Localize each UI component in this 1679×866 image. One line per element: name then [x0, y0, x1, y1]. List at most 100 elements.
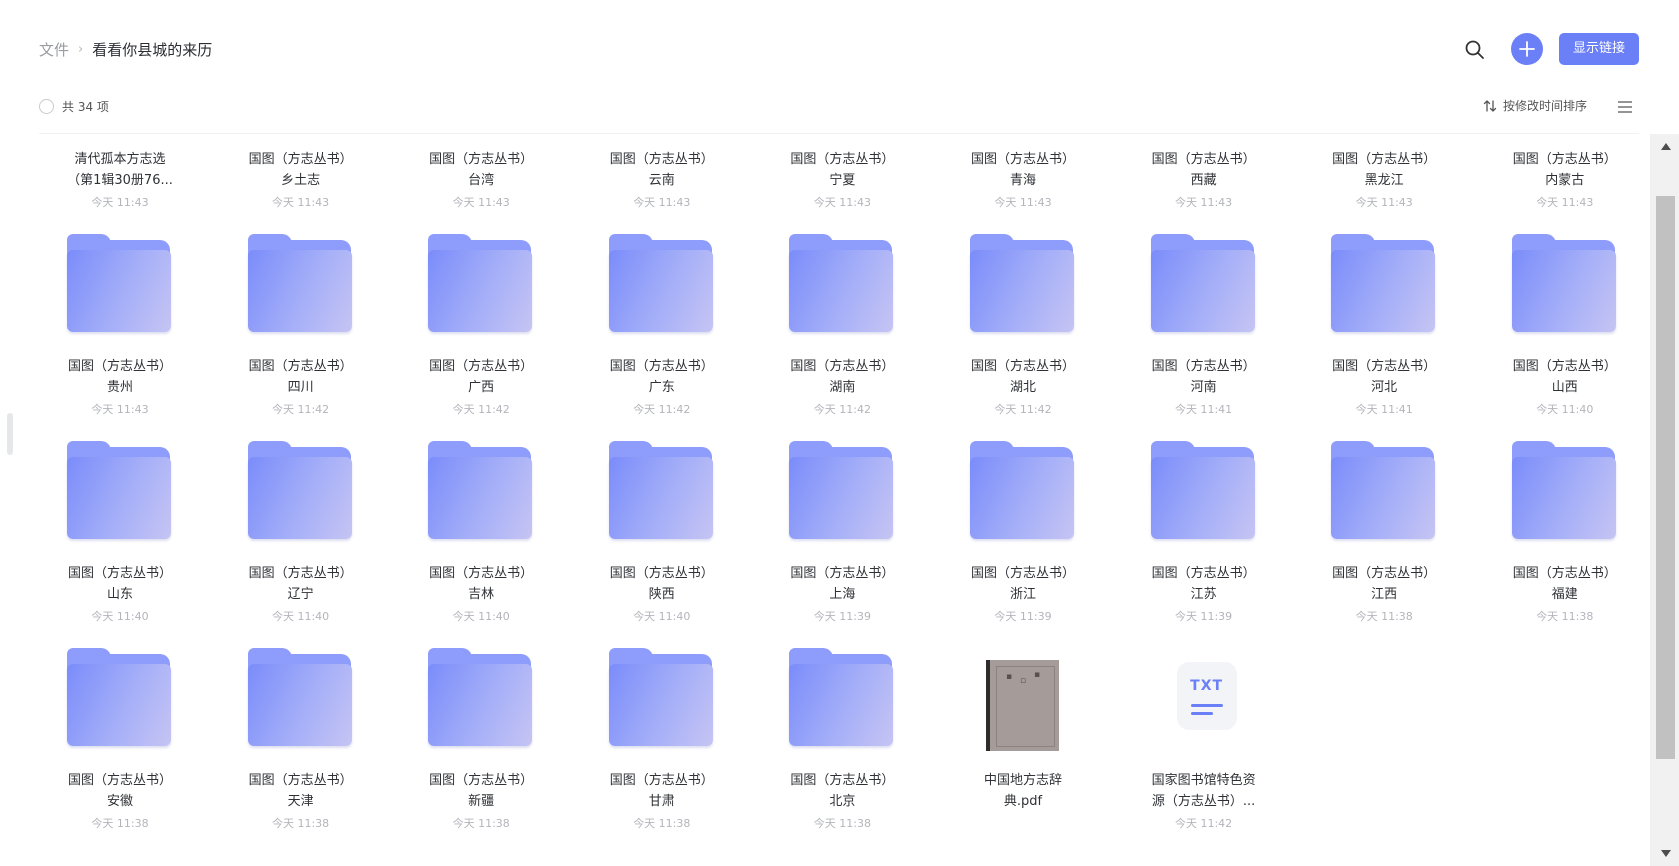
item-name: 国图（方志丛书） 福建: [1484, 563, 1646, 605]
folder-item[interactable]: 国图（方志丛书） 湖北 今天 11:42: [942, 234, 1092, 447]
item-name-line: 中国地方志辞: [983, 773, 1062, 788]
folder-item[interactable]: 国图（方志丛书） 云南 今天 11:43: [581, 134, 731, 240]
item-modified-time: 今天 11:38: [452, 817, 510, 830]
scroll-down-arrow[interactable]: [1661, 850, 1671, 857]
folder-item[interactable]: 国图（方志丛书） 内蒙古 今天 11:43: [1484, 134, 1634, 240]
folder-icon: [789, 441, 894, 539]
folder-item[interactable]: 国图（方志丛书） 浙江 今天 11:39: [942, 441, 1092, 654]
item-name-line: 台湾: [468, 173, 495, 188]
item-name-line: （第1辑30册76...: [67, 173, 173, 188]
folder-icon: [67, 441, 172, 539]
item-name: 国图（方志丛书） 天津: [220, 770, 382, 812]
folder-item[interactable]: 国图（方志丛书） 辽宁 今天 11:40: [220, 441, 370, 654]
page-header: 文件 › 看看你县城的来历 显示链接 共 34 项 按修改时间排序: [0, 0, 1679, 134]
folder-item[interactable]: 清代孤本方志选 （第1辑30册76... 今天 11:43: [39, 134, 189, 240]
folder-item[interactable]: 国图（方志丛书） 上海 今天 11:39: [761, 441, 911, 654]
folder-item[interactable]: 国图（方志丛书） 江西 今天 11:38: [1303, 441, 1453, 654]
item-name: 国图（方志丛书） 上海: [761, 563, 923, 605]
folder-item[interactable]: 国图（方志丛书） 贵州 今天 11:43: [39, 234, 189, 447]
item-name: 国图（方志丛书） 云南: [581, 149, 743, 191]
item-name: 国图（方志丛书） 江苏: [1123, 563, 1285, 605]
item-name-line: 国图（方志丛书）: [790, 152, 895, 167]
folder-item[interactable]: 国图（方志丛书） 乡土志 今天 11:43: [220, 134, 370, 240]
folder-item[interactable]: 国图（方志丛书） 福建 今天 11:38: [1484, 441, 1634, 654]
view-menu-button[interactable]: [1617, 99, 1633, 113]
item-name-line: 国图（方志丛书）: [1332, 566, 1437, 581]
folder-item[interactable]: 国图（方志丛书） 天津 今天 11:38: [220, 648, 370, 861]
folder-icon: [428, 234, 533, 332]
folder-item[interactable]: 国图（方志丛书） 河南 今天 11:41: [1123, 234, 1273, 447]
folder-item[interactable]: 国图（方志丛书） 安徽 今天 11:38: [39, 648, 189, 861]
folder-item[interactable]: 国图（方志丛书） 河北 今天 11:41: [1303, 234, 1453, 447]
folder-item[interactable]: 国图（方志丛书） 广西 今天 11:42: [400, 234, 550, 447]
item-name-line: 国图（方志丛书）: [67, 359, 172, 374]
folder-icon: [608, 234, 714, 332]
item-name-line: 河南: [1190, 380, 1217, 395]
folder-item[interactable]: 国图（方志丛书） 江苏 今天 11:39: [1123, 441, 1273, 654]
item-name: 国图（方志丛书） 广西: [400, 356, 562, 398]
folder-item[interactable]: 国图（方志丛书） 甘肃 今天 11:38: [581, 648, 731, 861]
item-modified-time: 今天 11:42: [1174, 817, 1233, 830]
item-modified-time: 今天 11:38: [633, 817, 691, 830]
item-modified-time: 今天 11:38: [1355, 610, 1413, 623]
folder-icon: [1511, 441, 1617, 539]
file-item[interactable]: TXT 国家图书馆特色资 源（方志丛书）... 今天 11:42: [1123, 654, 1273, 861]
item-modified-time: 今天 11:38: [813, 817, 871, 830]
folder-item[interactable]: 国图（方志丛书） 青海 今天 11:43: [942, 134, 1092, 240]
folder-icon: [789, 648, 894, 746]
item-name-line: 清代孤本方志选: [74, 152, 166, 167]
folder-item[interactable]: 国图（方志丛书） 新疆 今天 11:38: [400, 648, 550, 861]
scrollbar-thumb[interactable]: [1656, 196, 1675, 759]
item-name: 国图（方志丛书） 广东: [581, 356, 743, 398]
item-name: 国图（方志丛书） 山西: [1484, 356, 1646, 398]
folder-icon: [1150, 441, 1256, 539]
item-name-line: 上海: [829, 587, 856, 602]
item-modified-time: 今天 11:40: [1536, 403, 1594, 416]
folder-icon: [1511, 234, 1617, 332]
item-name-line: 国图（方志丛书）: [1332, 152, 1437, 167]
item-name-line: 国图（方志丛书）: [609, 773, 714, 788]
item-name: 国图（方志丛书） 北京: [761, 770, 923, 812]
folder-item[interactable]: 国图（方志丛书） 黑龙江 今天 11:43: [1303, 134, 1453, 240]
show-link-button[interactable]: 显示链接: [1559, 33, 1639, 65]
item-name-line: 山东: [106, 587, 133, 602]
item-name-line: 内蒙古: [1545, 173, 1585, 188]
item-name-line: 国图（方志丛书）: [67, 566, 172, 581]
item-name-line: 国图（方志丛书）: [1512, 566, 1617, 581]
item-name-line: 吉林: [468, 587, 495, 602]
folder-item[interactable]: 国图（方志丛书） 四川 今天 11:42: [220, 234, 370, 447]
item-name-line: 典.pdf: [1003, 794, 1043, 809]
folder-item[interactable]: 国图（方志丛书） 山西 今天 11:40: [1484, 234, 1634, 447]
item-modified-time: 今天 11:41: [1355, 403, 1413, 416]
folder-icon: [608, 648, 714, 746]
breadcrumb-root-link[interactable]: 文件: [39, 39, 69, 60]
item-name-line: 陕西: [648, 587, 675, 602]
folder-item[interactable]: 国图（方志丛书） 湖南 今天 11:42: [761, 234, 911, 447]
item-name-line: 国图（方志丛书）: [248, 359, 353, 374]
item-modified-time: 今天 11:39: [994, 610, 1052, 623]
item-modified-time: 今天 11:40: [452, 610, 510, 623]
file-item[interactable]: ▪ ▫ ▪ 中国地方志辞 典.pdf: [942, 654, 1092, 861]
select-all-checkbox[interactable]: [39, 99, 54, 114]
item-name-line: 源（方志丛书）...: [1151, 794, 1256, 809]
scroll-up-arrow[interactable]: [1661, 143, 1671, 150]
pdf-thumbnail-icon: ▪ ▫ ▪: [986, 660, 1059, 751]
folder-item[interactable]: 国图（方志丛书） 西藏 今天 11:43: [1123, 134, 1273, 240]
folder-item[interactable]: 国图（方志丛书） 吉林 今天 11:40: [400, 441, 550, 654]
item-name-line: 国图（方志丛书）: [1512, 359, 1617, 374]
breadcrumb-separator: ›: [78, 42, 84, 57]
folder-item[interactable]: 国图（方志丛书） 宁夏 今天 11:43: [761, 134, 911, 240]
search-button[interactable]: [1463, 38, 1487, 62]
folder-item[interactable]: 国图（方志丛书） 山东 今天 11:40: [39, 441, 189, 654]
folder-item[interactable]: 国图（方志丛书） 台湾 今天 11:43: [400, 134, 550, 240]
breadcrumb: 文件 › 看看你县城的来历: [39, 39, 212, 60]
folder-item[interactable]: 国图（方志丛书） 北京 今天 11:38: [761, 648, 911, 861]
item-name: 国图（方志丛书） 山东: [39, 563, 201, 605]
folder-item[interactable]: 国图（方志丛书） 陕西 今天 11:40: [581, 441, 731, 654]
item-name-line: 湖南: [829, 380, 856, 395]
folder-item[interactable]: 国图（方志丛书） 广东 今天 11:42: [581, 234, 731, 447]
item-name-line: 国图（方志丛书）: [1151, 152, 1256, 167]
add-button[interactable]: [1511, 33, 1543, 65]
item-name: 国图（方志丛书） 青海: [942, 149, 1104, 191]
sort-button[interactable]: 按修改时间排序: [1483, 97, 1587, 114]
